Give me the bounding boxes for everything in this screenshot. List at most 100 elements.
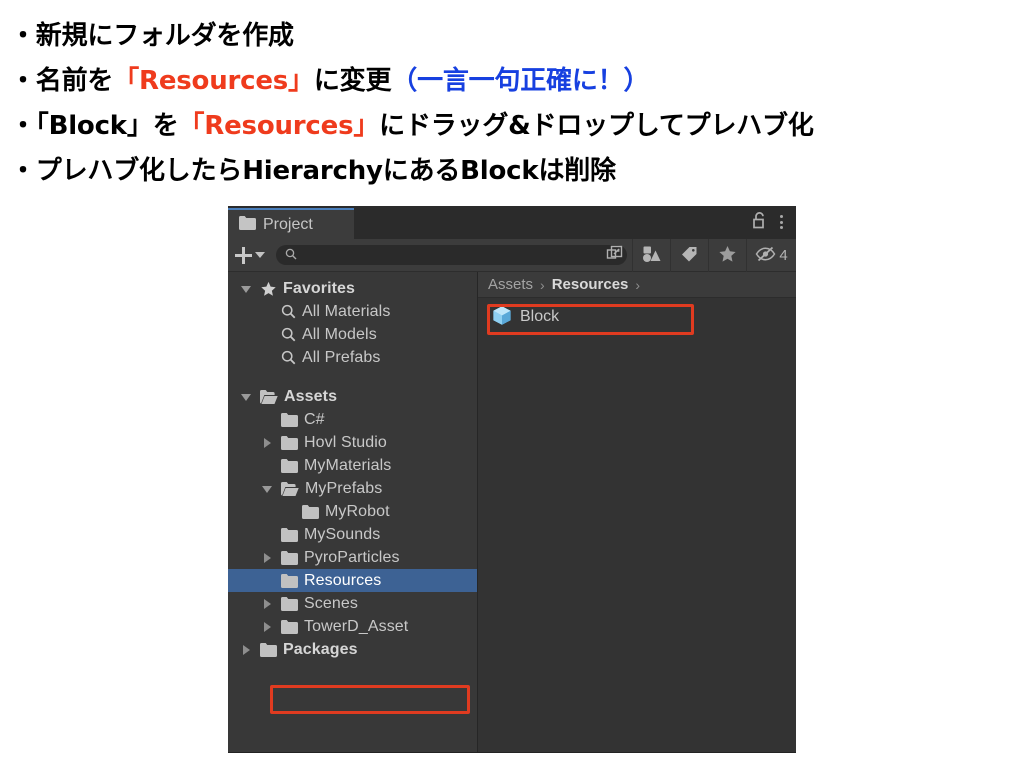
folder-icon — [281, 619, 298, 634]
eye-off-icon — [755, 246, 776, 265]
folder-icon — [281, 435, 298, 450]
instruction-list: ・新規にフォルダを作成 ・名前を「Resources」に変更（一言一句正確に！）… — [0, 0, 1024, 194]
folder-icon — [281, 458, 298, 473]
twisty-placeholder — [261, 459, 275, 473]
tree-item-towerd-asset[interactable]: TowerD_Asset — [228, 615, 477, 638]
hidden-assets-count: 4 — [779, 246, 788, 264]
tree-item-label: Hovl Studio — [304, 433, 387, 451]
folder-icon — [281, 596, 298, 611]
chevron-right-icon[interactable] — [261, 551, 275, 565]
tree-item-pyroparticles[interactable]: PyroParticles — [228, 546, 477, 569]
tree-item-label: Scenes — [304, 594, 358, 612]
twisty-placeholder — [261, 328, 275, 342]
instruction-segment: ・新規にフォルダを作成 — [10, 21, 294, 51]
twisty-placeholder — [261, 574, 275, 588]
instruction-line-4: ・プレハブ化したらHierarchyにあるBlockは削除 — [0, 149, 1024, 194]
tab-project[interactable]: Project — [228, 208, 354, 239]
tree-item-all-materials[interactable]: All Materials — [228, 300, 477, 323]
twisty-placeholder — [282, 505, 296, 519]
search-icon — [281, 304, 296, 319]
instruction-segment: ・名前を — [10, 66, 114, 96]
tree-item-mysounds[interactable]: MySounds — [228, 523, 477, 546]
tree-item-scenes[interactable]: Scenes — [228, 592, 477, 615]
favorites-filter-button[interactable] — [708, 238, 746, 272]
chevron-down-icon[interactable] — [240, 390, 254, 404]
tree-item-label: Favorites — [283, 279, 356, 297]
twisty-placeholder — [261, 413, 275, 427]
instruction-segment: に変更 — [313, 66, 392, 96]
chevron-right-icon: › — [540, 276, 545, 293]
chevron-down-icon[interactable] — [240, 282, 254, 296]
popout-window-icon[interactable] — [606, 245, 623, 265]
asset-item-block[interactable]: Block — [478, 303, 796, 330]
tree-item-label: Packages — [283, 640, 358, 658]
project-body: Favorites All Materials All Models All Pref… — [228, 272, 796, 752]
twisty-placeholder — [261, 528, 275, 542]
unlocked-padlock-icon[interactable] — [752, 212, 767, 232]
tabbar-right-controls — [752, 212, 796, 239]
kebab-menu-icon[interactable] — [780, 215, 783, 229]
search-field[interactable] — [276, 245, 627, 265]
project-content-pane[interactable]: Assets › Resources › Block — [478, 272, 796, 752]
prefab-cube-icon — [492, 305, 512, 329]
project-tree: Favorites All Materials All Models All Pref… — [228, 277, 477, 661]
plus-icon — [235, 246, 252, 264]
tree-item-label: MySounds — [304, 525, 381, 543]
tree-item-all-prefabs[interactable]: All Prefabs — [228, 346, 477, 369]
tree-item-favorites[interactable]: Favorites — [228, 277, 477, 300]
tree-item-hovl-studio[interactable]: Hovl Studio — [228, 431, 477, 454]
tree-item-c-[interactable]: C# — [228, 408, 477, 431]
chevron-right-icon[interactable] — [240, 643, 254, 657]
folder-icon — [281, 412, 298, 427]
chevron-right-icon[interactable] — [261, 620, 275, 634]
tree-item-label: All Materials — [302, 302, 391, 320]
search-input[interactable] — [297, 248, 606, 262]
instruction-segment: にドラッグ&ドロップしてプレハブ化 — [379, 111, 814, 141]
tree-item-packages[interactable]: Packages — [228, 638, 477, 661]
unity-project-window: Project 4 Favorites All Materials All Mo… — [228, 206, 796, 753]
tag-icon — [680, 245, 699, 266]
twisty-placeholder — [240, 370, 254, 384]
folder-icon — [302, 504, 319, 519]
chevron-down-icon[interactable] — [261, 482, 275, 496]
type-filter-button[interactable] — [632, 238, 670, 272]
tree-item-resources[interactable]: Resources — [228, 569, 477, 592]
project-tree-pane[interactable]: Favorites All Materials All Models All Pref… — [228, 272, 478, 752]
star-icon — [718, 245, 737, 266]
tab-project-label: Project — [263, 215, 313, 233]
chevron-right-icon[interactable] — [261, 597, 275, 611]
tree-item-assets[interactable]: Assets — [228, 385, 477, 408]
resources-highlight-box — [270, 685, 470, 714]
folder-open-icon — [281, 481, 299, 496]
project-toolbar: 4 — [228, 238, 796, 272]
tree-item-label: PyroParticles — [304, 548, 400, 566]
tree-item-mymaterials[interactable]: MyMaterials — [228, 454, 477, 477]
create-asset-button[interactable] — [235, 246, 276, 264]
label-filter-button[interactable] — [670, 238, 708, 272]
tree-item-label: TowerD_Asset — [304, 617, 409, 635]
instruction-segment-highlight: 「Resources」 — [178, 111, 380, 141]
folder-icon — [239, 216, 256, 233]
folder-icon — [260, 642, 277, 657]
folder-icon — [281, 527, 298, 542]
tree-item-label: MyRobot — [325, 502, 390, 520]
instruction-segment-highlight: 「Resources」 — [113, 66, 314, 96]
breadcrumb-item-assets[interactable]: Assets — [488, 276, 533, 293]
breadcrumb-item-resources[interactable]: Resources — [552, 276, 629, 293]
tree-item-all-models[interactable]: All Models — [228, 323, 477, 346]
instruction-line-1: ・新規にフォルダを作成 — [0, 14, 1024, 59]
folder-icon — [281, 573, 298, 588]
tree-item-label: Assets — [284, 387, 338, 405]
chevron-right-icon[interactable] — [261, 436, 275, 450]
tree-item-myprefabs[interactable]: MyPrefabs — [228, 477, 477, 500]
twisty-placeholder — [261, 305, 275, 319]
instruction-line-2: ・名前を「Resources」に変更（一言一句正確に！） — [0, 59, 1024, 104]
project-tabbar: Project — [228, 206, 796, 239]
tree-item-label: All Models — [302, 325, 377, 343]
chevron-down-icon — [255, 252, 265, 258]
tree-item-myrobot[interactable]: MyRobot — [228, 500, 477, 523]
tree-item-label: MyPrefabs — [305, 479, 383, 497]
instruction-line-3: ・「Block」を「Resources」にドラッグ&ドロップしてプレハブ化 — [0, 104, 1024, 149]
tree-spacer — [228, 369, 477, 385]
hidden-assets-toggle[interactable]: 4 — [746, 238, 796, 272]
